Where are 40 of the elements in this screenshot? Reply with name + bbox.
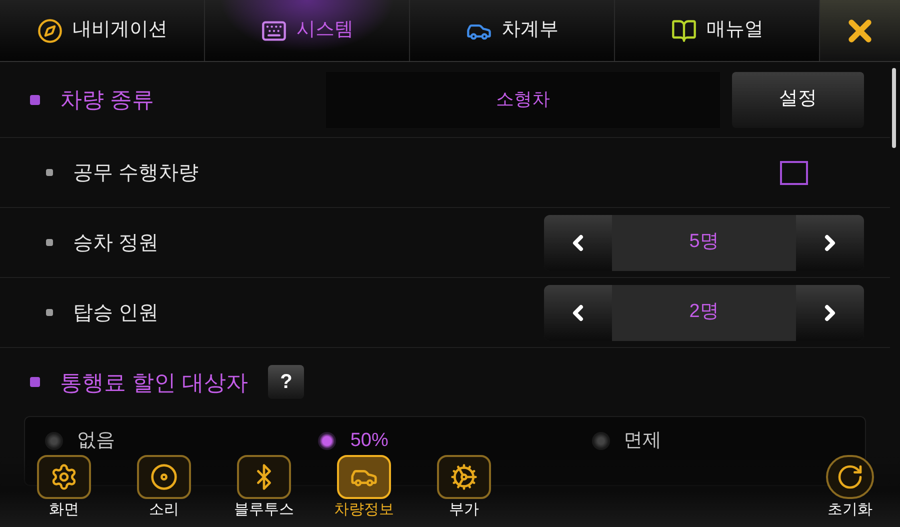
close-button[interactable] — [820, 0, 900, 61]
dock-button[interactable]: 화면 — [14, 455, 114, 521]
increase-button[interactable] — [796, 284, 864, 340]
bullet-icon — [30, 377, 40, 387]
dock-button[interactable]: 부가 — [414, 455, 514, 521]
scrollbar[interactable] — [892, 68, 896, 148]
stepper-value: 5명 — [612, 214, 796, 270]
dock-button[interactable]: 차량정보 — [314, 455, 414, 521]
dock-button[interactable]: 블루투스 — [214, 455, 314, 521]
increase-button[interactable] — [796, 214, 864, 270]
checkbox[interactable] — [780, 160, 808, 184]
set-button[interactable]: 설정 — [732, 72, 864, 128]
bullet-icon — [46, 309, 53, 316]
option-label: 승차 정원 — [73, 230, 160, 256]
gear-icon — [50, 462, 78, 491]
radio-option[interactable]: 면제 — [592, 429, 662, 453]
radio-icon — [45, 432, 63, 450]
option-label: 공무 수행차량 — [73, 160, 200, 186]
compass-icon — [36, 18, 62, 44]
tab[interactable]: 내비게이션 — [0, 0, 205, 61]
radio-icon — [318, 432, 336, 450]
bullet-icon — [46, 239, 53, 246]
radio-icon — [592, 432, 610, 450]
option-label: 탑승 인원 — [73, 300, 160, 326]
reset-icon — [836, 462, 864, 491]
stepper-value: 2명 — [612, 284, 796, 340]
bullet-icon — [46, 169, 53, 176]
help-button[interactable]: ? — [268, 365, 304, 399]
decrease-button[interactable] — [544, 284, 612, 340]
decrease-button[interactable] — [544, 214, 612, 270]
bullet-icon — [30, 94, 40, 104]
section-title: 통행료 할인 대상자 — [60, 368, 248, 396]
reset-button[interactable]: 초기화 — [810, 455, 890, 521]
section-title: 차량 종류 — [60, 86, 156, 114]
dock-button[interactable]: 소리 — [114, 455, 214, 521]
vehicle-type-value: 소형차 — [326, 72, 720, 128]
radio-option[interactable]: 50% — [318, 429, 388, 453]
radio-option[interactable]: 없음 — [45, 429, 115, 453]
book-icon — [670, 18, 696, 44]
tab[interactable]: 차계부 — [410, 0, 615, 61]
